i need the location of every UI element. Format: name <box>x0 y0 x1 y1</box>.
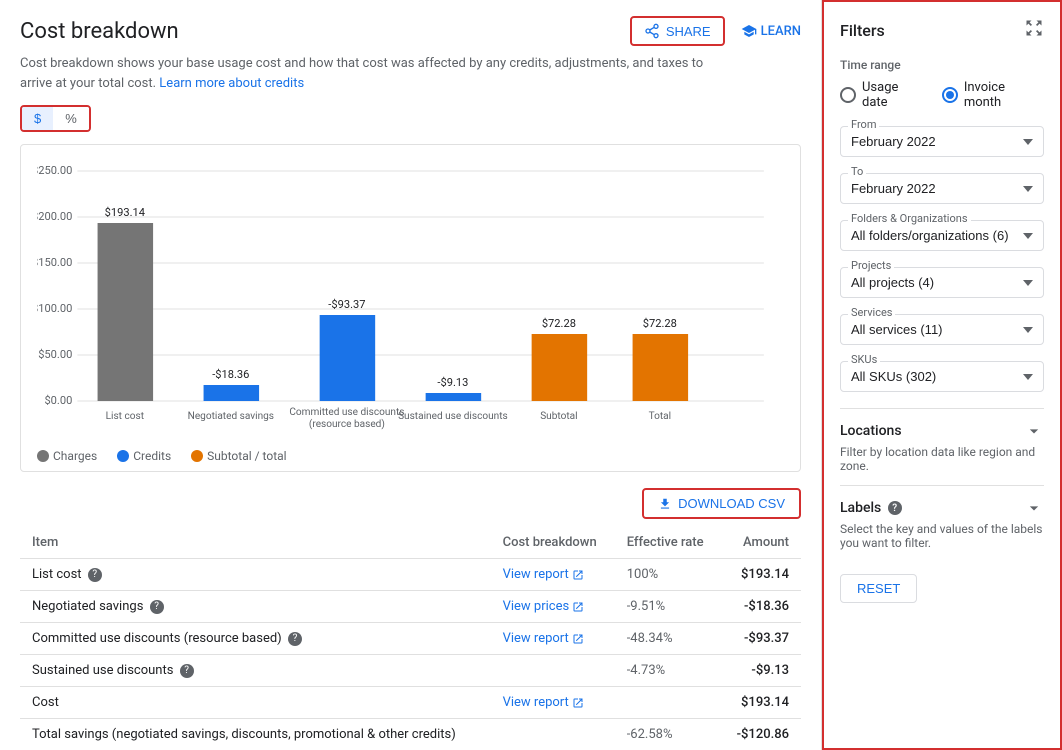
info-icon[interactable]: ? <box>288 632 302 646</box>
filters-sidebar: Filters Time range Usage date Invoice mo… <box>822 0 1062 750</box>
table-row: Total savings (negotiated savings, disco… <box>20 719 801 750</box>
invoice-month-option[interactable]: Invoice month <box>942 80 1044 110</box>
svg-text:Committed use discounts: Committed use discounts <box>289 407 404 418</box>
invoice-month-radio[interactable] <box>942 87 958 103</box>
svg-text:-$9.13: -$9.13 <box>437 376 468 389</box>
page-title: Cost breakdown <box>20 19 179 44</box>
collapse-sidebar-icon[interactable] <box>1024 18 1044 42</box>
learn-link[interactable]: LEARN <box>741 23 801 39</box>
svg-text:-$18.36: -$18.36 <box>212 368 249 381</box>
share-button[interactable]: SHARE <box>630 16 725 46</box>
labels-title: Labels ? <box>840 500 902 516</box>
svg-text:$72.28: $72.28 <box>643 317 677 330</box>
to-filter: To February 2022 <box>840 173 1044 204</box>
download-label: DOWNLOAD CSV <box>678 496 785 511</box>
to-field-label: To <box>848 165 866 178</box>
legend-subtotal: Subtotal / total <box>191 449 286 463</box>
svg-text:-$93.37: -$93.37 <box>328 298 365 311</box>
skus-field-label: SKUs <box>848 353 880 366</box>
table-row: Negotiated savings ? View prices -9.51% … <box>20 591 801 623</box>
time-range-radio-group: Usage date Invoice month <box>840 80 1044 110</box>
view-report-link[interactable]: View report <box>503 567 584 582</box>
labels-chevron-down-icon <box>1024 498 1044 518</box>
svg-text:Total: Total <box>649 411 672 422</box>
graduation-icon <box>741 23 757 39</box>
view-prices-link[interactable]: View prices <box>503 599 585 614</box>
folders-filter: Folders & Organizations All folders/orga… <box>840 220 1044 251</box>
locations-chevron-down-icon <box>1024 421 1044 441</box>
services-field-label: Services <box>848 306 895 319</box>
skus-filter: SKUs All SKUs (302) <box>840 361 1044 392</box>
projects-field-label: Projects <box>848 259 894 272</box>
locations-desc: Filter by location data like region and … <box>840 445 1044 473</box>
chart-area: $250.00 $200.00 $150.00 $100.00 $50.00 $… <box>37 161 784 441</box>
dollar-toggle[interactable]: $ <box>22 107 53 130</box>
svg-text:(resource based): (resource based) <box>309 418 385 430</box>
legend-credits: Credits <box>117 449 171 463</box>
labels-desc: Select the key and values of the labels … <box>840 522 1044 550</box>
svg-text:$50.00: $50.00 <box>38 348 72 361</box>
col-effective-rate: Effective rate <box>615 527 721 559</box>
svg-text:$200.00: $200.00 <box>37 210 72 223</box>
usage-date-option[interactable]: Usage date <box>840 80 926 110</box>
sidebar-title: Filters <box>840 21 885 40</box>
description: Cost breakdown shows your base usage cos… <box>20 54 720 93</box>
svg-text:$100.00: $100.00 <box>37 302 72 315</box>
download-icon <box>658 497 672 511</box>
svg-text:$0.00: $0.00 <box>44 394 72 407</box>
svg-text:Sustained use discounts: Sustained use discounts <box>398 411 508 422</box>
from-filter: From February 2022 <box>840 126 1044 157</box>
table-row: List cost ? View report 100% $193.14 <box>20 559 801 591</box>
share-icon <box>644 23 660 39</box>
table-row: Committed use discounts (resource based)… <box>20 623 801 655</box>
legend-charges: Charges <box>37 449 97 463</box>
currency-toggle: $ % <box>20 105 91 132</box>
col-cost-breakdown: Cost breakdown <box>491 527 615 559</box>
svg-text:Subtotal: Subtotal <box>540 411 577 422</box>
usage-date-radio[interactable] <box>840 87 856 103</box>
svg-text:$250.00: $250.00 <box>37 164 72 177</box>
reset-button[interactable]: RESET <box>840 574 917 603</box>
share-label: SHARE <box>666 24 711 39</box>
locations-section: Locations Filter by location data like r… <box>840 408 1044 473</box>
locations-title: Locations <box>840 423 902 439</box>
info-icon[interactable]: ? <box>150 600 164 614</box>
info-icon[interactable]: ? <box>180 664 194 678</box>
view-report-link-2[interactable]: View report <box>503 631 584 646</box>
cost-breakdown-table: Item Cost breakdown Effective rate Amoun… <box>20 527 801 750</box>
from-field-label: From <box>848 118 879 131</box>
svg-text:$193.14: $193.14 <box>105 206 145 219</box>
labels-section: Labels ? Select the key and values of th… <box>840 485 1044 550</box>
projects-filter: Projects All projects (4) <box>840 267 1044 298</box>
labels-help-icon[interactable]: ? <box>888 501 902 515</box>
chart-legend: Charges Credits Subtotal / total <box>37 449 784 463</box>
services-filter: Services All services (11) <box>840 314 1044 345</box>
download-csv-button[interactable]: DOWNLOAD CSV <box>642 488 801 519</box>
svg-text:$150.00: $150.00 <box>37 256 72 269</box>
learn-credits-link[interactable]: Learn more about credits <box>159 76 304 91</box>
chart-container: $250.00 $200.00 $150.00 $100.00 $50.00 $… <box>20 144 801 472</box>
svg-text:Negotiated savings: Negotiated savings <box>188 411 274 422</box>
learn-label: LEARN <box>761 24 801 39</box>
svg-text:$72.28: $72.28 <box>542 317 576 330</box>
svg-text:List cost: List cost <box>106 411 144 422</box>
labels-expand[interactable]: Labels ? <box>840 498 1044 518</box>
percent-toggle[interactable]: % <box>53 107 89 130</box>
folders-field-label: Folders & Organizations <box>848 212 971 225</box>
view-report-link-3[interactable]: View report <box>503 695 584 710</box>
col-item: Item <box>20 527 491 559</box>
table-row: Sustained use discounts ? -4.73% -$9.13 <box>20 655 801 687</box>
table-row: Cost View report $193.14 <box>20 687 801 719</box>
col-amount: Amount <box>721 527 801 559</box>
time-range-label: Time range <box>840 58 1044 72</box>
locations-expand[interactable]: Locations <box>840 421 1044 441</box>
info-icon[interactable]: ? <box>88 568 102 582</box>
time-range-filter: Time range Usage date Invoice month <box>840 58 1044 110</box>
to-select[interactable]: February 2022 <box>840 173 1044 204</box>
